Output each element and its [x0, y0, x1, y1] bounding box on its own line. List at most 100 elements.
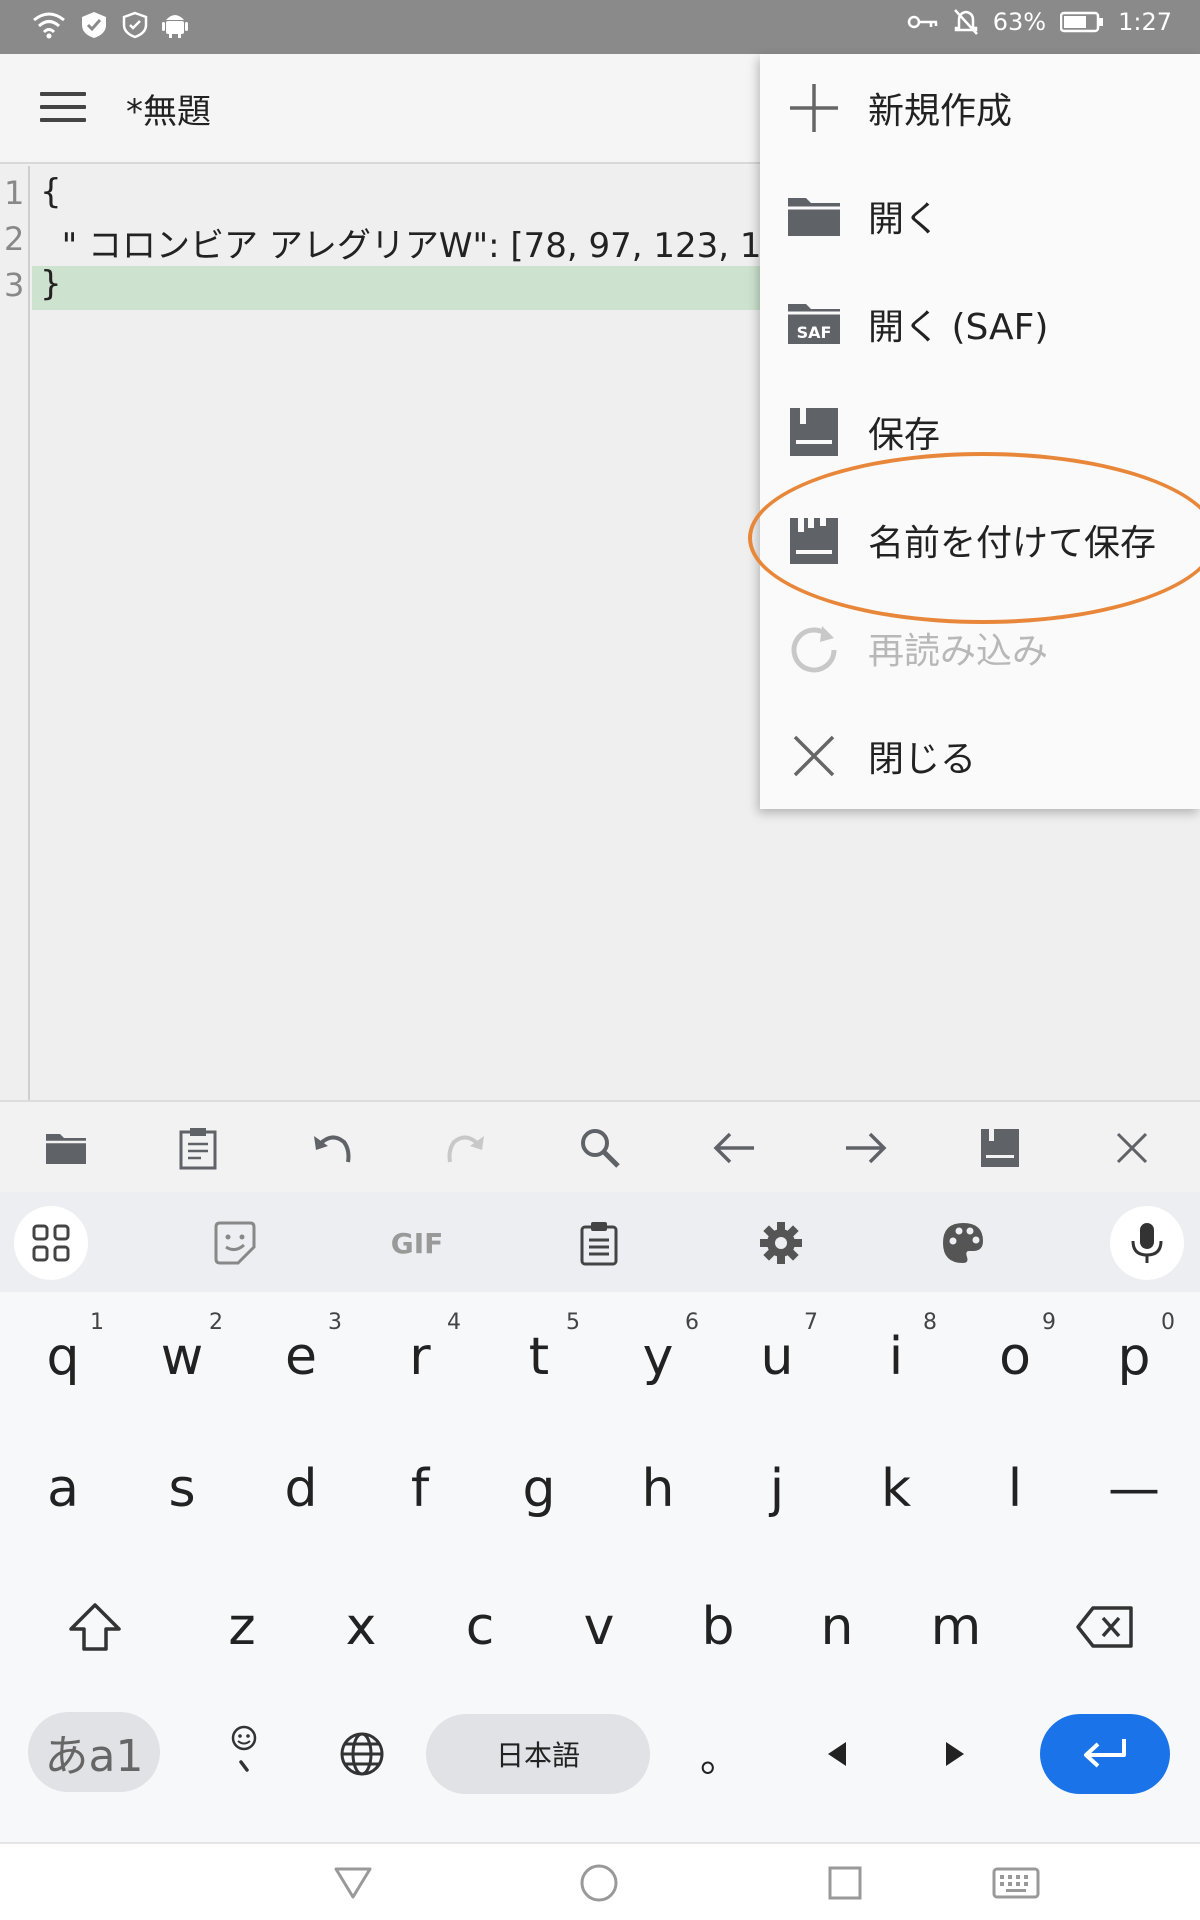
triangle-right-icon: [946, 1742, 964, 1766]
clipboard-icon: [580, 1222, 618, 1266]
battery-icon: [1060, 11, 1104, 33]
saf-folder-icon: SAF: [786, 296, 842, 352]
hamburger-menu-icon[interactable]: [40, 92, 86, 126]
key-d[interactable]: d: [246, 1434, 356, 1544]
folder-icon: [786, 188, 842, 244]
key-l[interactable]: l: [960, 1434, 1070, 1544]
globe-icon: [340, 1732, 384, 1776]
key-s[interactable]: s: [127, 1434, 237, 1544]
menu-item-label: 新規作成: [868, 91, 1013, 132]
battery-percent: 63%: [992, 8, 1047, 36]
keyboard-settings-button[interactable]: [744, 1206, 818, 1280]
annotation-highlight-ring: [748, 452, 1200, 624]
key-w[interactable]: w2: [127, 1302, 237, 1412]
toolbar-paste-button[interactable]: [170, 1120, 226, 1176]
key-z[interactable]: z: [187, 1572, 297, 1682]
keyboard-apps-button[interactable]: [14, 1206, 88, 1280]
key-j[interactable]: j: [722, 1434, 832, 1544]
key-dash[interactable]: —: [1079, 1434, 1189, 1544]
system-nav-bar: [0, 1842, 1200, 1920]
key-b[interactable]: b: [663, 1572, 773, 1682]
shift-key[interactable]: [40, 1572, 150, 1682]
key-k[interactable]: k: [841, 1434, 951, 1544]
nav-home-button[interactable]: [574, 1858, 624, 1908]
key-n[interactable]: n: [782, 1572, 892, 1682]
keyboard-gif-button[interactable]: GIF: [380, 1206, 454, 1280]
toolbar-next-button[interactable]: [838, 1120, 894, 1176]
status-icons-right: 63% 1:27: [907, 8, 1172, 36]
keyboard-clipboard-button[interactable]: [562, 1206, 636, 1280]
key-f[interactable]: f: [365, 1434, 475, 1544]
code-line[interactable]: " コロンビア アレグリアW": [78, 97, 123, 13: [40, 218, 784, 267]
nav-keyboard-button[interactable]: [986, 1858, 1046, 1908]
enter-icon: [1084, 1739, 1126, 1768]
toolbar-close-button[interactable]: [1104, 1120, 1160, 1176]
backspace-key[interactable]: [1050, 1572, 1160, 1682]
key-c[interactable]: c: [425, 1572, 535, 1682]
input-mode-key[interactable]: あa1: [28, 1712, 160, 1792]
key-m[interactable]: m: [901, 1572, 1011, 1682]
toolbar-save-button[interactable]: [972, 1120, 1028, 1176]
language-key[interactable]: [320, 1704, 404, 1804]
document-title: *無題: [126, 92, 211, 132]
period-key[interactable]: 。: [680, 1704, 760, 1804]
emoji-icon: [231, 1725, 257, 1772]
key-x[interactable]: x: [306, 1572, 416, 1682]
shield-outline-icon: [122, 11, 148, 39]
line-number: 1: [4, 174, 25, 212]
key-u[interactable]: u7: [722, 1302, 832, 1412]
keyboard-sticker-button[interactable]: [198, 1206, 272, 1280]
bell-off-icon: [953, 9, 978, 35]
redo-icon: [447, 1135, 484, 1163]
clipboard-icon: [179, 1128, 217, 1170]
shield-check-icon: [82, 12, 106, 38]
key-t[interactable]: t5: [484, 1302, 594, 1412]
toolbar-prev-button[interactable]: [706, 1120, 762, 1176]
save-icon: [786, 404, 842, 460]
menu-item-open-saf[interactable]: SAF 開く (SAF): [760, 270, 1200, 378]
toolbar-undo-button[interactable]: [304, 1120, 360, 1176]
keyboard-theme-button[interactable]: [926, 1206, 1000, 1280]
key-r[interactable]: r4: [365, 1302, 475, 1412]
key-v[interactable]: v: [544, 1572, 654, 1682]
emoji-comma-key[interactable]: [208, 1704, 280, 1804]
nav-back-button[interactable]: [328, 1858, 378, 1908]
key-e[interactable]: e3: [246, 1302, 356, 1412]
key-p[interactable]: p0: [1079, 1302, 1189, 1412]
keyboard-voice-button[interactable]: [1110, 1206, 1184, 1280]
key-h[interactable]: h: [603, 1434, 713, 1544]
cursor-right-key[interactable]: [910, 1704, 1000, 1804]
menu-item-label: 開く (SAF): [868, 307, 1049, 348]
key-o[interactable]: o9: [960, 1302, 1070, 1412]
enter-key[interactable]: [1040, 1714, 1170, 1794]
android-icon: [162, 15, 188, 38]
triangle-left-icon: [828, 1742, 846, 1766]
shift-icon: [69, 1603, 121, 1651]
nav-recents-button[interactable]: [820, 1858, 870, 1908]
wifi-icon: [33, 12, 65, 39]
key-y[interactable]: y6: [603, 1302, 713, 1412]
line-number: 3: [4, 266, 25, 304]
menu-item-new[interactable]: 新規作成: [760, 54, 1200, 162]
key-q[interactable]: q1: [8, 1302, 118, 1412]
palette-icon: [943, 1223, 983, 1263]
sticker-icon: [214, 1221, 256, 1265]
toolbar-search-button[interactable]: [572, 1120, 628, 1176]
microphone-icon: [1131, 1223, 1163, 1263]
toolbar-open-button[interactable]: [38, 1120, 94, 1176]
space-key[interactable]: 日本語: [426, 1714, 650, 1794]
key-a[interactable]: a: [8, 1434, 118, 1544]
back-triangle-icon: [334, 1867, 372, 1899]
code-line[interactable]: }: [40, 264, 62, 304]
overflow-menu: 新規作成 開く SAF 開く (SAF) 保存 名前を付けて保存 再読み込み 閉…: [760, 54, 1200, 809]
menu-item-open[interactable]: 開く: [760, 162, 1200, 270]
search-icon: [581, 1129, 620, 1168]
key-g[interactable]: g: [484, 1434, 594, 1544]
menu-item-close[interactable]: 閉じる: [760, 702, 1200, 810]
code-line[interactable]: {: [40, 172, 62, 212]
key-i[interactable]: i8: [841, 1302, 951, 1412]
keyboard-icon: [992, 1867, 1040, 1899]
cursor-left-key[interactable]: [792, 1704, 882, 1804]
gear-icon: [760, 1222, 802, 1264]
toolbar-redo-button: [438, 1120, 494, 1176]
